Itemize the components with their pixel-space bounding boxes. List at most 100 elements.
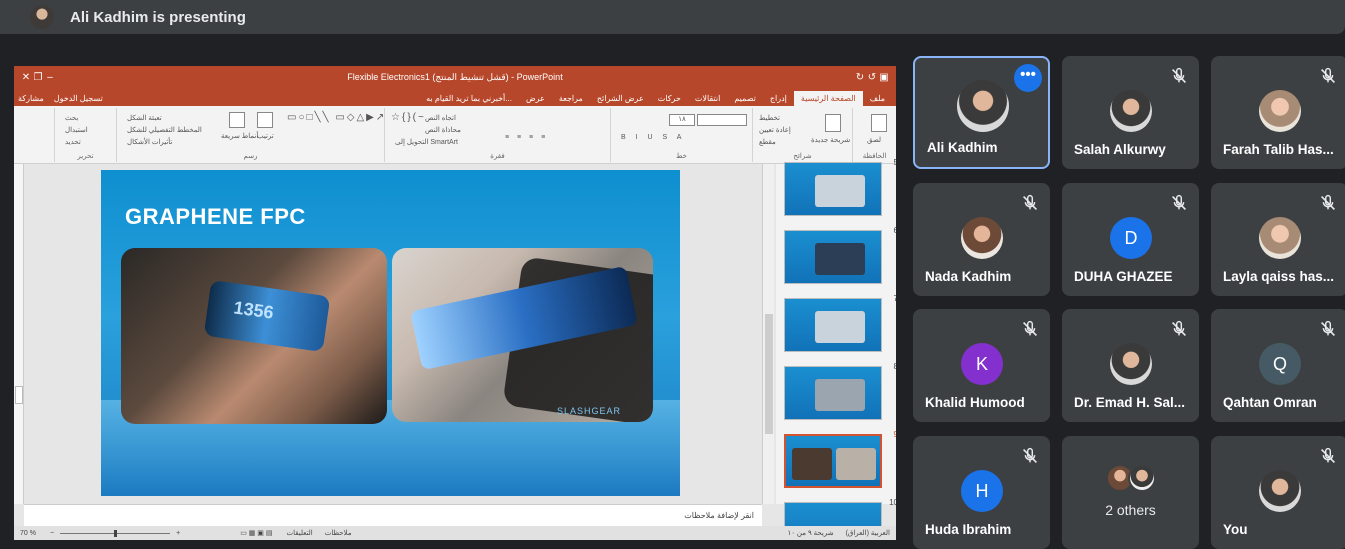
minimize-icon[interactable]: – xyxy=(44,72,56,83)
find-button[interactable]: بحث xyxy=(65,114,78,122)
tab-insert[interactable]: إدراج xyxy=(763,91,794,106)
current-slide[interactable]: GRAPHENE FPC 1356 SLASHGEAR xyxy=(101,170,680,496)
zoom-level[interactable]: 70 % xyxy=(20,530,50,537)
tab-review[interactable]: مراجعة xyxy=(552,91,590,106)
slide-image-wrist-display[interactable]: 1356 xyxy=(121,248,387,424)
participant-name: Farah Talib Has... xyxy=(1223,142,1334,157)
tab-home[interactable]: الصفحة الرئيسية xyxy=(793,91,863,106)
align-text-button[interactable]: محاذاة النص xyxy=(425,126,461,134)
participant-tile-others[interactable]: 2 others xyxy=(1062,436,1199,549)
tell-me-box[interactable]: أخبرني بما تريد القيام به... xyxy=(419,91,519,106)
comments-button[interactable]: التعليقات xyxy=(286,529,312,537)
participant-tile-qahtan-omran[interactable]: Q Qahtan Omran xyxy=(1211,309,1345,422)
shape-effects-button[interactable]: تأثيرات الأشكال xyxy=(127,138,172,146)
participant-tile-you[interactable]: You xyxy=(1211,436,1345,549)
zoom-out-icon[interactable]: − xyxy=(50,530,54,537)
thumbnail-slide-6[interactable]: 6 xyxy=(784,226,896,284)
participant-tile-nada-kadhim[interactable]: Nada Kadhim xyxy=(913,183,1050,296)
notes-pane[interactable]: انقر لإضافة ملاحظات xyxy=(24,504,762,526)
participant-tile-salah-alkurwy[interactable]: Salah Alkurwy xyxy=(1062,56,1199,169)
slide-image-flexible-phone[interactable] xyxy=(392,248,653,422)
thumbnail-image xyxy=(815,311,865,343)
right-scrollbar-thumb[interactable] xyxy=(765,314,773,434)
tab-design[interactable]: تصميم xyxy=(727,91,763,106)
shapes-gallery[interactable]: ▭○□╲╲ ▭◇△▶↗ ☆{}(~ xyxy=(287,112,426,123)
restore-icon[interactable]: ❐ xyxy=(32,72,44,83)
font-size-box[interactable]: ١٨ xyxy=(669,114,695,126)
thumbnail-slide-5[interactable]: 5 xyxy=(784,158,896,216)
layout-button[interactable]: تخطيط xyxy=(759,114,780,122)
redo-icon[interactable]: ↻ xyxy=(854,72,866,83)
thumbnail-number: 6 xyxy=(893,226,896,235)
left-scrollbar-thumb[interactable] xyxy=(15,386,23,404)
thumbnail-slide-7[interactable]: 7 xyxy=(784,294,896,352)
mic-off-icon xyxy=(1320,447,1336,464)
shape-fill-button[interactable]: تعبئة الشكل xyxy=(127,114,162,122)
participant-tile-layla[interactable]: Layla qaiss has... xyxy=(1211,183,1345,296)
view-buttons-icon[interactable]: ▭ ▦ ▣ ▤ xyxy=(240,529,272,537)
replace-button[interactable]: استبدال xyxy=(65,126,88,134)
notes-button[interactable]: ملاحظات xyxy=(325,529,352,537)
tab-slideshow[interactable]: عرض الشرائح xyxy=(590,91,651,106)
participant-tile-farah[interactable]: Farah Talib Has... xyxy=(1211,56,1345,169)
tab-view[interactable]: عرض xyxy=(519,91,552,106)
slide-counter: شريحة ٩ من ١٠ xyxy=(787,530,834,537)
avatar xyxy=(1259,217,1301,259)
mic-off-icon xyxy=(1022,194,1038,211)
participant-name: Huda Ibrahim xyxy=(925,522,1012,537)
slide-title[interactable]: GRAPHENE FPC xyxy=(125,204,306,230)
font-format-icons[interactable]: B I U S A xyxy=(621,134,685,141)
presenting-title: Ali Kadhim is presenting xyxy=(70,8,246,26)
section-button[interactable]: مقطع xyxy=(759,138,776,146)
slide-edit-area[interactable]: GRAPHENE FPC 1356 SLASHGEAR xyxy=(14,164,774,504)
reset-button[interactable]: إعادة تعيين xyxy=(759,126,791,134)
more-options-icon[interactable]: ••• xyxy=(1014,64,1042,92)
right-scrollbar[interactable] xyxy=(762,164,774,504)
share-button[interactable]: مشاركة xyxy=(18,94,44,103)
participant-tile-huda-ibrahim[interactable]: H Huda Ibrahim xyxy=(913,436,1050,549)
smartart-button[interactable]: التحويل إلى SmartArt xyxy=(395,138,458,146)
mic-off-icon xyxy=(1320,67,1336,84)
participant-tile-dr-emad[interactable]: Dr. Emad H. Sal... xyxy=(1062,309,1199,422)
new-slide-label[interactable]: شريحة جديدة xyxy=(811,136,850,144)
participant-name: You xyxy=(1223,522,1248,537)
sign-in-link[interactable]: تسجيل الدخول xyxy=(54,94,103,103)
presenter-avatar xyxy=(30,5,54,29)
tab-transitions[interactable]: انتقالات xyxy=(688,91,727,106)
thumbnail-slide-8[interactable]: 8 xyxy=(784,362,896,420)
close-icon[interactable]: ✕ xyxy=(20,72,32,83)
participant-name: Layla qaiss has... xyxy=(1223,269,1335,284)
quick-styles-label[interactable]: أنماط سريعة xyxy=(221,132,258,140)
paste-icon[interactable] xyxy=(871,114,887,132)
quick-styles-icon[interactable] xyxy=(229,112,245,128)
arrange-icon[interactable] xyxy=(257,112,273,128)
arrange-label[interactable]: ترتيب xyxy=(257,132,274,140)
band-text: 1356 xyxy=(232,297,275,323)
save-icon[interactable]: ▣ xyxy=(878,72,890,83)
participant-tile-duha-ghazee[interactable]: D DUHA GHAZEE xyxy=(1062,183,1199,296)
font-label: خط xyxy=(676,153,687,160)
tab-file[interactable]: ملف xyxy=(863,91,892,106)
shape-outline-button[interactable]: المخطط التفصيلي للشكل xyxy=(127,126,202,134)
window-controls: ✕ ❐ – xyxy=(20,72,56,83)
left-scrollbar[interactable] xyxy=(14,164,24,504)
zoom-in-icon[interactable]: + xyxy=(176,530,180,537)
thumbnail-slide-9[interactable]: 9 xyxy=(784,430,896,488)
tab-animations[interactable]: حركات xyxy=(651,91,688,106)
group-font: ١٨ B I U S A خط xyxy=(610,108,752,162)
zoom-slider-handle[interactable] xyxy=(114,529,118,537)
alignment-icons[interactable]: ≡ ≡ ≡ ≡ xyxy=(505,134,548,141)
select-button[interactable]: تحديد xyxy=(65,138,81,146)
thumbnail-image xyxy=(792,448,832,480)
participant-name: Qahtan Omran xyxy=(1223,395,1317,410)
participant-tile-ali-kadhim[interactable]: ••• Ali Kadhim xyxy=(913,56,1050,169)
participant-tile-khalid-humood[interactable]: K Khalid Humood xyxy=(913,309,1050,422)
zoom-slider[interactable] xyxy=(60,529,171,537)
undo-icon[interactable]: ↺ xyxy=(866,72,878,83)
font-name-box[interactable] xyxy=(697,114,747,126)
avatar-letter: H xyxy=(961,470,1003,512)
group-drawing: ▭○□╲╲ ▭◇△▶↗ ☆{}(~ ترتيب أنماط سريعة تعبئ… xyxy=(116,108,424,162)
text-direction-button[interactable]: اتجاه النص xyxy=(425,114,456,122)
thumbnail-number: 9 xyxy=(893,430,896,439)
new-slide-icon[interactable] xyxy=(825,114,841,132)
